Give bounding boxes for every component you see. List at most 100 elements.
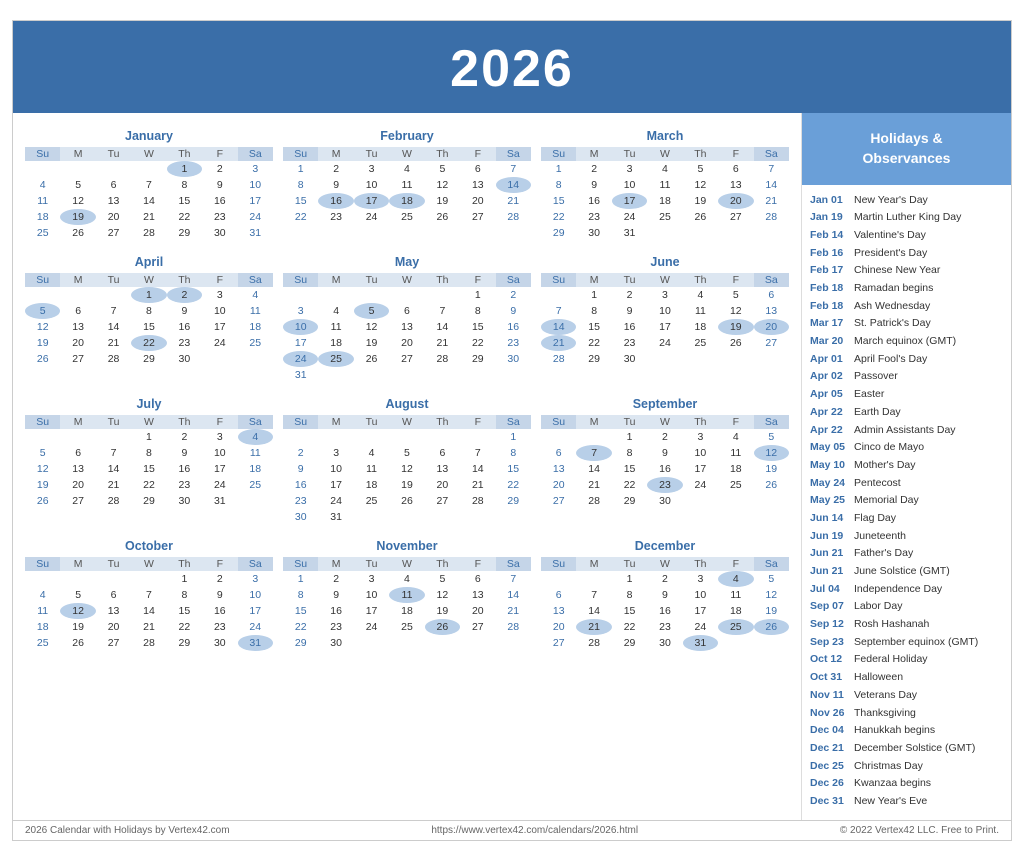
- day-cell: 21: [96, 335, 131, 351]
- holiday-item: Mar 20March equinox (GMT): [810, 334, 1003, 349]
- day-cell: 13: [541, 603, 576, 619]
- day-cell: 23: [496, 335, 531, 351]
- day-cell: 11: [238, 445, 273, 461]
- day-cell: [96, 571, 131, 587]
- day-cell: 10: [354, 587, 389, 603]
- month-title: April: [25, 255, 273, 269]
- holiday-item: May 24Pentecost: [810, 476, 1003, 491]
- day-cell: 6: [60, 445, 95, 461]
- day-cell: [354, 429, 389, 445]
- day-header: F: [460, 147, 495, 161]
- day-cell: 15: [167, 193, 202, 209]
- holiday-date: Mar 20: [810, 334, 854, 349]
- day-cell: [425, 287, 460, 303]
- day-cell: 20: [718, 193, 753, 209]
- day-cell: 29: [612, 493, 647, 509]
- day-header: W: [131, 415, 166, 429]
- day-cell: [60, 287, 95, 303]
- day-cell: 27: [754, 335, 789, 351]
- day-cell: 27: [389, 351, 424, 367]
- day-cell: 11: [718, 587, 753, 603]
- day-cell: 14: [96, 319, 131, 335]
- day-cell: 30: [612, 351, 647, 367]
- day-header: W: [389, 557, 424, 571]
- day-cell: 4: [389, 161, 424, 177]
- day-cell: 28: [576, 493, 611, 509]
- day-cell: 6: [96, 587, 131, 603]
- day-cell: 19: [425, 193, 460, 209]
- day-cell: 13: [718, 177, 753, 193]
- day-cell: 17: [318, 477, 353, 493]
- day-cell: 28: [576, 635, 611, 651]
- day-header: Th: [683, 147, 718, 161]
- day-cell: 24: [354, 209, 389, 225]
- day-cell: 3: [647, 287, 682, 303]
- year-header: 2026: [13, 21, 1011, 113]
- day-cell: 13: [460, 587, 495, 603]
- day-cell: 17: [647, 319, 682, 335]
- day-cell: 31: [683, 635, 718, 651]
- day-cell: 15: [131, 319, 166, 335]
- holidays-list: Jan 01New Year's DayJan 19Martin Luther …: [802, 185, 1011, 820]
- day-cell: 14: [576, 461, 611, 477]
- holiday-name: St. Patrick's Day: [854, 316, 931, 331]
- day-header: Sa: [238, 557, 273, 571]
- day-cell: [460, 635, 495, 651]
- day-cell: 12: [718, 303, 753, 319]
- day-cell: 3: [354, 161, 389, 177]
- day-cell: 30: [167, 493, 202, 509]
- day-cell: 20: [96, 209, 131, 225]
- day-header: F: [202, 557, 237, 571]
- day-cell: 14: [496, 177, 531, 193]
- holiday-name: Independence Day: [854, 582, 942, 597]
- day-cell: 7: [576, 587, 611, 603]
- day-cell: 18: [718, 461, 753, 477]
- holiday-item: Oct 12Federal Holiday: [810, 652, 1003, 667]
- day-cell: 31: [283, 367, 318, 383]
- holiday-date: Sep 23: [810, 635, 854, 650]
- holiday-name: Veterans Day: [854, 688, 917, 703]
- day-cell: 12: [25, 461, 60, 477]
- day-cell: 8: [612, 445, 647, 461]
- day-cell: 17: [683, 461, 718, 477]
- day-cell: [496, 367, 531, 383]
- day-cell: [131, 571, 166, 587]
- page-footer: 2026 Calendar with Holidays by Vertex42.…: [13, 820, 1011, 840]
- day-header: M: [576, 147, 611, 161]
- holiday-item: Apr 02Passover: [810, 369, 1003, 384]
- day-cell: 27: [541, 493, 576, 509]
- month-title: August: [283, 397, 531, 411]
- day-cell: 10: [202, 445, 237, 461]
- day-header: Sa: [238, 147, 273, 161]
- month-title: October: [25, 539, 273, 553]
- holiday-date: Oct 31: [810, 670, 854, 685]
- day-header: W: [647, 415, 682, 429]
- calendar-section: JanuarySuMTuWThFSa1234567891011121314151…: [13, 113, 801, 819]
- month-block: AprilSuMTuWThFSa123456789101112131415161…: [25, 255, 273, 383]
- day-header: Su: [541, 557, 576, 571]
- day-cell: 25: [354, 493, 389, 509]
- day-cell: 10: [647, 303, 682, 319]
- holiday-date: Sep 07: [810, 599, 854, 614]
- holiday-date: Nov 11: [810, 688, 854, 703]
- day-header: F: [718, 273, 753, 287]
- day-cell: 7: [460, 445, 495, 461]
- holiday-name: Earth Day: [854, 405, 901, 420]
- day-header: Tu: [354, 273, 389, 287]
- day-cell: 20: [60, 335, 95, 351]
- day-cell: 1: [612, 429, 647, 445]
- day-header: W: [389, 147, 424, 161]
- day-cell: 17: [612, 193, 647, 209]
- day-header: W: [131, 273, 166, 287]
- day-cell: [425, 429, 460, 445]
- day-cell: 7: [131, 587, 166, 603]
- day-cell: 23: [318, 619, 353, 635]
- day-header: Th: [425, 147, 460, 161]
- holiday-item: May 10Mother's Day: [810, 458, 1003, 473]
- day-cell: 23: [647, 477, 682, 493]
- day-cell: 3: [318, 445, 353, 461]
- day-cell: 12: [60, 603, 95, 619]
- day-cell: 1: [576, 287, 611, 303]
- day-cell: 8: [460, 303, 495, 319]
- day-header: Tu: [354, 415, 389, 429]
